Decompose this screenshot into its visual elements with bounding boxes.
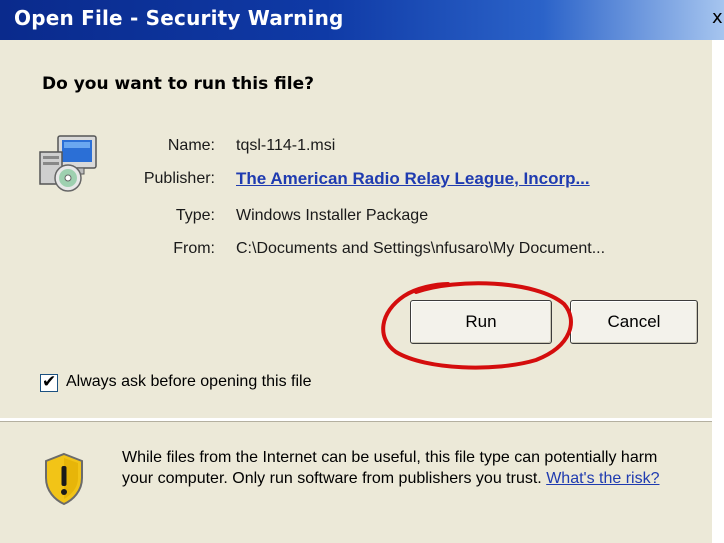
prompt-question: Do you want to run this file? [42,74,314,94]
right-edge [712,40,724,542]
from-label: From: [173,240,215,257]
type-label: Type: [175,207,215,224]
from-value: C:\Documents and Settings\nfusaro\My Doc… [236,240,606,257]
cancel-button[interactable]: Cancel [570,300,698,344]
window-title: Open File - Security Warning [14,6,344,30]
name-value: tqsl-114-1.msi [236,137,336,154]
publisher-label: Publisher: [143,170,215,187]
shield-warning-icon [45,452,83,506]
name-label: Name: [167,137,215,154]
publisher-link[interactable]: The American Radio Relay League, Incorp.… [236,169,590,189]
installer-package-icon [39,135,97,192]
always-ask-checkbox[interactable]: ✔ [40,372,58,392]
close-icon[interactable]: x [712,8,723,28]
type-value: Windows Installer Package [236,207,429,224]
main-panel [0,40,712,418]
checkmark-icon: ✔ [42,372,57,391]
whats-the-risk-link[interactable]: What's the risk? [546,470,659,487]
annotation-circle [381,281,573,370]
title-bar[interactable]: Open File - Security Warning [0,0,724,40]
always-ask-label[interactable]: Always ask before opening this file [66,373,311,391]
warning-message: While files from the Internet can be use… [122,447,682,489]
